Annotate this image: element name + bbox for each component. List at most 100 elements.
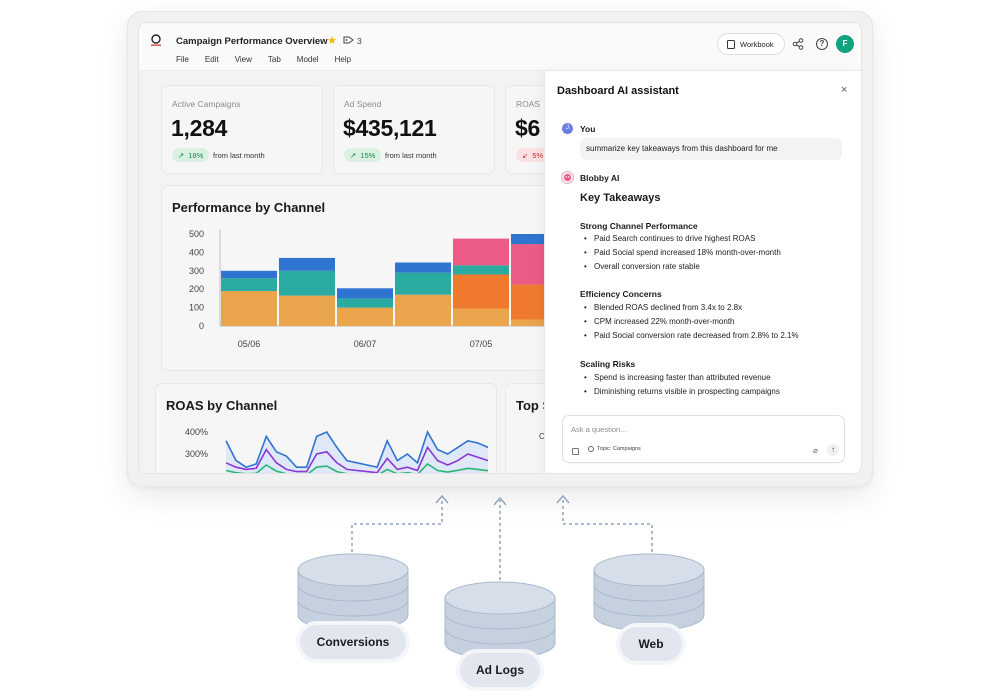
bullet-item: Diminishing returns visible in prospecti… — [584, 387, 780, 396]
kpi-card-active-campaigns[interactable]: Active Campaigns 1,284 ↗ 18% from last m… — [161, 85, 323, 174]
arrow-up-right-icon: ↗ — [350, 150, 357, 160]
send-icon[interactable]: ↑ — [827, 444, 839, 456]
user-avatar: J — [562, 123, 573, 134]
menu-edit[interactable]: Edit — [205, 55, 219, 64]
roas-chart: 400% 300% — [185, 427, 489, 473]
performance-chart-card[interactable]: Performance by Channel 0 100 200 300 400 500 0… — [161, 185, 561, 371]
ai-panel-title: Dashboard AI assistant — [557, 85, 679, 97]
menu-tab[interactable]: Tab — [268, 55, 281, 64]
bar-segment — [337, 307, 393, 326]
menu-file[interactable]: File — [176, 55, 189, 64]
y-tick-label: 500 — [189, 229, 204, 239]
bot-avatar-icon — [561, 171, 574, 184]
bar-segment — [453, 274, 509, 309]
workbook-icon — [727, 39, 735, 49]
bullet-item: CPM increased 22% month-over-month — [584, 317, 735, 326]
bullet-item: Blended ROAS declined from 3.4x to 2.8x — [584, 303, 742, 312]
kpi-label: ROAS — [516, 99, 541, 109]
topic-icon — [588, 446, 594, 452]
bullet-item: Overall conversion rate stable — [584, 262, 700, 271]
app-header: Campaign Performance Overview ★ 3 File E… — [139, 23, 861, 71]
kpi-change: 15% — [360, 150, 376, 160]
document-title[interactable]: Campaign Performance Overview — [176, 36, 328, 47]
app-window: Campaign Performance Overview ★ 3 File E… — [138, 22, 862, 474]
y-tick-label: 300 — [189, 266, 204, 276]
kpi-label: Ad Spend — [344, 99, 382, 109]
help-icon[interactable]: ? — [816, 38, 828, 50]
database-icon-ad-logs — [444, 581, 556, 660]
kpi-subtext: from last month — [213, 151, 265, 160]
user-name: You — [580, 124, 596, 134]
arrow-down-left-icon: ↙ — [522, 150, 529, 160]
bar-segment — [221, 278, 277, 292]
paperclip-icon[interactable]: ⌀ — [813, 446, 818, 455]
bar-segment — [395, 294, 451, 326]
bar-segment — [337, 298, 393, 308]
topic-chip[interactable]: Topic: Campaigns — [588, 446, 641, 452]
kpi-change: 5% — [532, 150, 544, 160]
section-heading: Scaling Risks — [580, 359, 636, 369]
y-tick-label: 0 — [199, 321, 204, 331]
kpi-subtext: from last month — [385, 151, 437, 160]
menu-model[interactable]: Model — [297, 55, 319, 64]
bar-segment — [337, 288, 393, 299]
y-tick-label: 400 — [189, 247, 204, 257]
tag-icon[interactable] — [343, 35, 355, 45]
app-logo[interactable] — [150, 34, 162, 46]
bar-segment — [279, 270, 335, 296]
x-tick-label: 05/06 — [238, 339, 261, 349]
roas-chart-card[interactable]: ROAS by Channel 400% 300% — [155, 383, 497, 473]
user-message: summarize key takeaways from this dashbo… — [580, 138, 842, 160]
section-heading: Strong Channel Performance — [580, 221, 698, 231]
y-tick-label: 200 — [189, 284, 204, 294]
x-tick-label: 07/05 — [470, 339, 493, 349]
performance-chart: 0 100 200 300 400 500 05/06 06/07 07/05 — [189, 229, 560, 349]
arrow-up-right-icon: ↗ — [178, 150, 185, 160]
bullet-item: Paid Search continues to drive highest R… — [584, 234, 755, 243]
context-icon[interactable] — [572, 448, 579, 455]
bar-segment — [279, 257, 335, 271]
response-heading: Key Takeaways — [580, 192, 661, 204]
kpi-value: $6 — [515, 115, 540, 141]
ask-input[interactable]: Ask a question... — [571, 425, 626, 434]
kpi-value: $435,121 — [343, 115, 437, 141]
kpi-label: Active Campaigns — [172, 99, 241, 109]
bar-segment — [453, 238, 509, 266]
y-tick-label: 100 — [189, 303, 204, 313]
bar-segment — [395, 272, 451, 295]
bar-segment — [453, 308, 509, 326]
workbook-button[interactable]: Workbook — [717, 33, 785, 55]
kpi-card-ad-spend[interactable]: Ad Spend $435,121 ↗ 15% from last month — [333, 85, 495, 174]
kpi-value: 1,284 — [171, 115, 228, 141]
bullet-item: Spend is increasing faster than attribut… — [584, 373, 771, 382]
bullet-item: Paid Social spend increased 18% month-ov… — [584, 248, 781, 257]
source-label-web[interactable]: Web — [620, 627, 682, 661]
ask-input-box[interactable]: Ask a question... Topic: Campaigns ⌀ ↑ — [562, 415, 845, 463]
database-icon-conversions — [297, 553, 409, 632]
x-tick-label: 06/07 — [354, 339, 377, 349]
y-tick-label: 300% — [185, 449, 208, 459]
database-icon-web — [593, 553, 705, 632]
bar-segment — [395, 262, 451, 273]
menu-view[interactable]: View — [235, 55, 252, 64]
bar-segment — [279, 295, 335, 326]
kpi-change-badge: ↗ 18% — [172, 148, 210, 162]
avatar[interactable]: F — [836, 35, 854, 53]
topic-label: Topic: Campaigns — [597, 446, 641, 452]
source-label-conversions[interactable]: Conversions — [300, 625, 406, 659]
share-icon[interactable] — [792, 38, 804, 50]
close-icon[interactable]: × — [841, 84, 847, 96]
menu-help[interactable]: Help — [335, 55, 351, 64]
bar-segment — [221, 270, 277, 279]
ai-assistant-panel: Dashboard AI assistant × J You summarize… — [544, 71, 861, 473]
bot-name: Blobby AI — [580, 173, 620, 183]
bar-segment — [221, 291, 277, 326]
star-icon[interactable]: ★ — [327, 34, 337, 47]
y-tick-label: 400% — [185, 427, 208, 437]
kpi-change-badge: ↗ 15% — [344, 148, 382, 162]
workbook-label: Workbook — [740, 39, 774, 49]
menu-bar: File Edit View Tab Model Help — [176, 55, 367, 64]
tag-count: 3 — [357, 36, 362, 46]
source-label-ad-logs[interactable]: Ad Logs — [460, 653, 540, 687]
bar-segment — [453, 265, 509, 275]
